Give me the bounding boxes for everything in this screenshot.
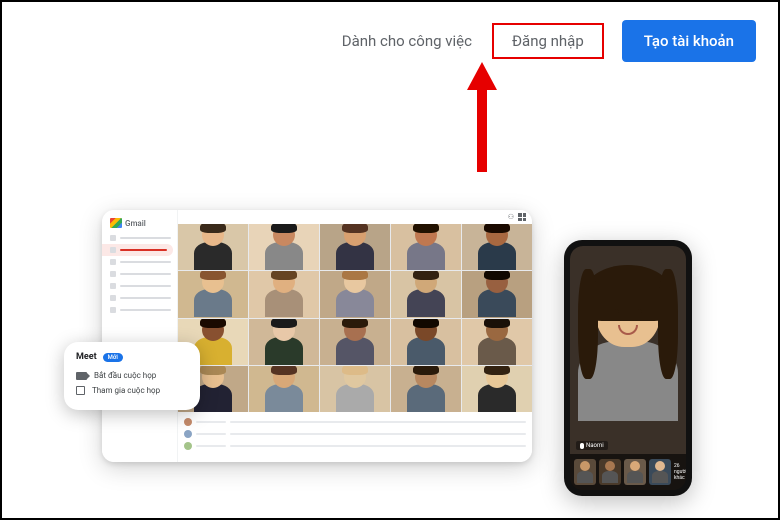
gmail-icon <box>110 218 122 228</box>
join-meeting-label: Tham gia cuộc họp <box>92 386 160 395</box>
gmail-sidebar-item[interactable] <box>102 232 177 244</box>
start-meeting-label: Bắt đầu cuộc họp <box>94 371 156 380</box>
hero-illustration: Gmail ⚇ Meet Mới Bắt đầu cuộc họp Tham g… <box>102 210 692 510</box>
video-grid <box>178 224 532 412</box>
video-tile <box>178 224 248 270</box>
meet-new-badge: Mới <box>103 353 123 362</box>
gmail-sidebar-item[interactable] <box>102 268 177 280</box>
video-tile <box>391 319 461 365</box>
people-icon: ⚇ <box>508 213 514 221</box>
gmail-inbox-preview <box>178 412 532 462</box>
start-meeting-button[interactable]: Bắt đầu cuộc họp <box>76 368 190 383</box>
gmail-label: Gmail <box>125 219 146 228</box>
create-account-button[interactable]: Tạo tài khoản <box>622 20 756 62</box>
participant-thumbnail[interactable] <box>649 459 671 485</box>
video-tile <box>249 366 319 412</box>
video-tile <box>391 366 461 412</box>
grid-toolbar: ⚇ <box>178 210 532 224</box>
participant-thumbnail[interactable] <box>624 459 646 485</box>
video-tile <box>320 271 390 317</box>
video-tile <box>391 224 461 270</box>
video-tile <box>178 271 248 317</box>
participant-name-label: Naomi <box>576 441 608 450</box>
join-icon <box>76 386 85 395</box>
gmail-sidebar-item[interactable] <box>102 292 177 304</box>
annotation-arrow-icon <box>467 62 497 172</box>
gmail-logo: Gmail <box>102 210 177 232</box>
for-work-link[interactable]: Dành cho công việc <box>326 22 488 60</box>
more-participants-count: 26 người khác <box>674 463 686 481</box>
video-tile <box>391 271 461 317</box>
video-tile <box>462 366 532 412</box>
gmail-sidebar-item[interactable] <box>102 244 173 256</box>
video-tile <box>320 319 390 365</box>
phone-mockup: Naomi 26 người khác <box>564 240 692 496</box>
mic-icon <box>580 443 584 449</box>
gmail-sidebar-item[interactable] <box>102 280 177 292</box>
camera-icon <box>76 372 87 380</box>
video-tile <box>320 224 390 270</box>
sign-in-link[interactable]: Đăng nhập <box>492 23 604 59</box>
join-meeting-button[interactable]: Tham gia cuộc họp <box>76 383 190 398</box>
video-tile <box>249 271 319 317</box>
video-tile <box>462 271 532 317</box>
video-tile <box>462 224 532 270</box>
meet-title: Meet <box>76 352 97 362</box>
laptop-mockup: Gmail ⚇ <box>102 210 532 462</box>
video-tile <box>462 319 532 365</box>
gmail-sidebar-item[interactable] <box>102 256 177 268</box>
participant-thumbnail[interactable] <box>574 459 596 485</box>
gmail-sidebar: Gmail <box>102 210 178 462</box>
meet-popup: Meet Mới Bắt đầu cuộc họp Tham gia cuộc … <box>64 342 200 410</box>
participant-thumbnail[interactable] <box>599 459 621 485</box>
video-tile <box>320 366 390 412</box>
video-tile <box>249 319 319 365</box>
phone-thumbnail-strip: 26 người khác <box>570 454 686 490</box>
gmail-sidebar-item[interactable] <box>102 304 177 316</box>
video-tile <box>249 224 319 270</box>
top-navigation: Dành cho công việc Đăng nhập Tạo tài kho… <box>2 2 778 62</box>
grid-layout-icon <box>518 213 526 221</box>
